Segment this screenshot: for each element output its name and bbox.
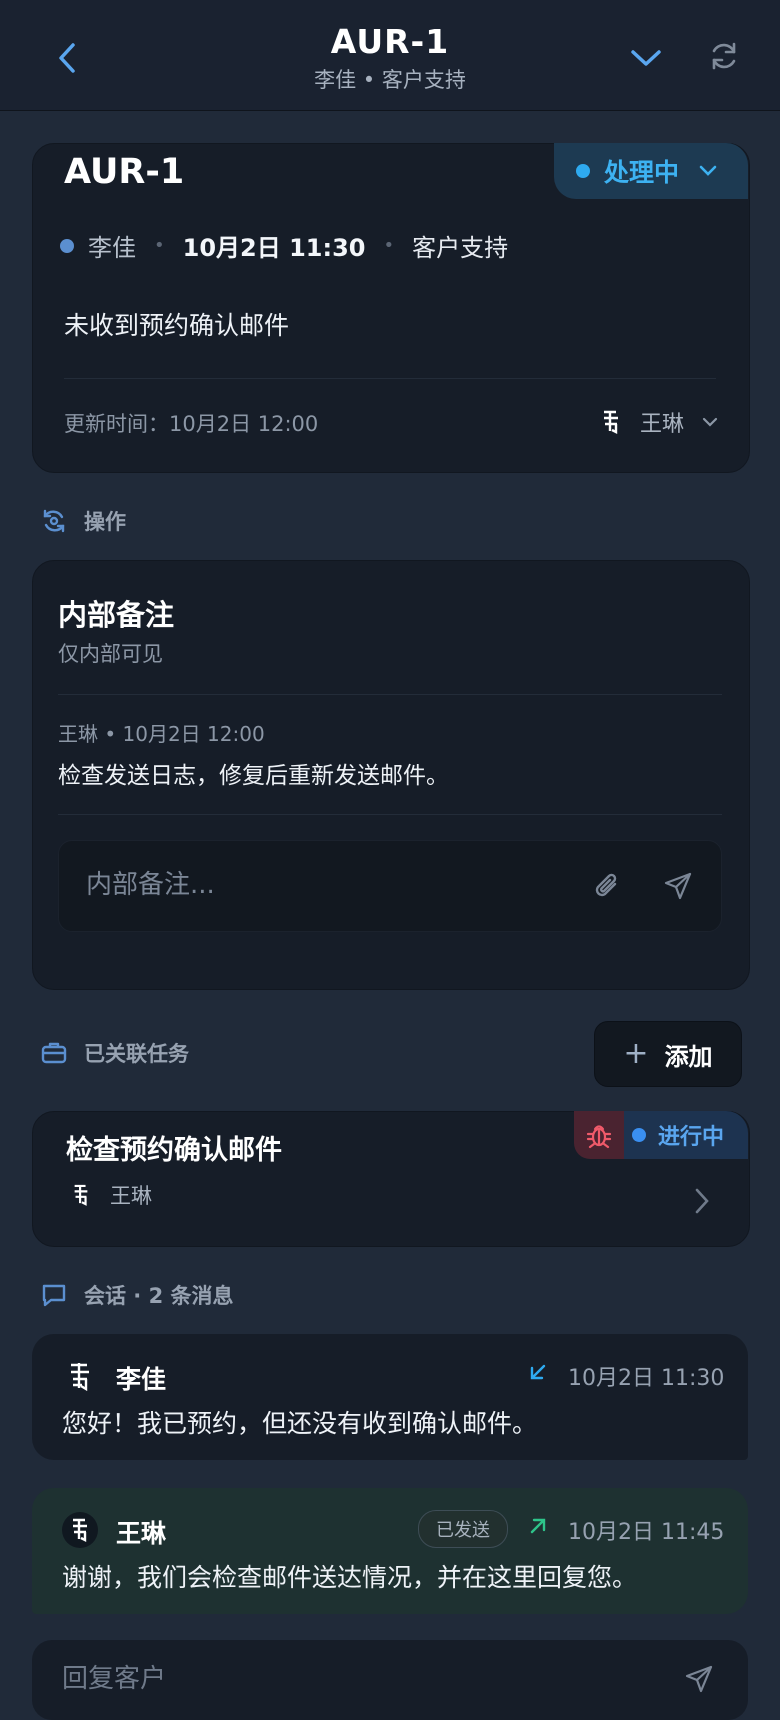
avatar-icon <box>604 410 618 434</box>
paperclip-icon <box>595 873 617 897</box>
chat-icon <box>40 1281 68 1309</box>
task-assignee: 王琳 <box>66 1180 152 1210</box>
message-sender: 李佳 <box>116 1365 167 1394</box>
divider <box>58 694 722 695</box>
message-time: 10月2日 11:45 <box>568 1520 725 1545</box>
requester-name: 李佳 <box>88 234 136 262</box>
add-task-button[interactable]: + 添加 <box>594 1021 742 1087</box>
ticket-subject: 未收到预约确认邮件 <box>64 311 290 340</box>
avatar-icon <box>71 1363 89 1391</box>
message-sender: 王琳 <box>116 1519 167 1548</box>
status-dot <box>632 1128 646 1142</box>
avatar-icon <box>73 1518 87 1542</box>
divider <box>64 378 716 379</box>
plus-icon: + <box>623 1036 649 1071</box>
message-text: 谢谢，我们会检查邮件送达情况，并在这里回复您。 <box>62 1563 638 1592</box>
status-dot <box>576 164 590 178</box>
ticket-meta: 李佳 • 10月2日 11:30 • 客户支持 <box>60 228 508 263</box>
add-label: 添加 <box>664 1042 713 1071</box>
chevron-right-icon <box>695 1188 709 1214</box>
message-bubble-inbound <box>32 1334 748 1460</box>
chevron-down-icon <box>631 50 661 66</box>
divider <box>58 814 722 815</box>
message-text: 您好！我已预约，但还没有收到确认邮件。 <box>62 1409 538 1438</box>
chevron-down-icon <box>702 417 718 427</box>
requester-dot <box>60 238 74 253</box>
ticket-id: AUR-1 <box>64 152 185 192</box>
status-label: 处理中 <box>604 158 680 187</box>
status-dropdown[interactable]: 处理中 <box>554 143 748 199</box>
note-send-button[interactable] <box>660 868 696 904</box>
cycle-icon <box>40 507 68 535</box>
message-bubble-outbound <box>32 1488 748 1614</box>
conversation-header: 会话 · 2 条消息 <box>40 1280 234 1310</box>
task-status: 进行中 <box>658 1125 725 1150</box>
created-time: 10月2日 11:30 <box>182 234 366 262</box>
assignee-name: 王琳 <box>640 412 685 437</box>
reply-input[interactable] <box>60 1658 564 1700</box>
section-label: 已关联任务 <box>84 1042 189 1066</box>
avatar <box>62 1512 98 1548</box>
attach-button[interactable] <box>590 868 626 904</box>
task-status-badge: 进行中 <box>624 1111 748 1159</box>
actions-section-header: 操作 <box>40 506 126 536</box>
reply-send-button[interactable] <box>684 1664 720 1700</box>
note-subtitle: 仅内部可见 <box>58 642 163 666</box>
task-type-badge <box>574 1111 624 1159</box>
task-open-button[interactable] <box>690 1186 714 1216</box>
note-title: 内部备注 <box>58 598 175 632</box>
assignee-dropdown[interactable]: 王琳 <box>596 406 718 438</box>
linked-tasks-header: 已关联任务 <box>40 1038 189 1068</box>
avatar-icon <box>74 1184 88 1206</box>
refresh-icon <box>712 42 736 70</box>
sent-badge: 已发送 <box>418 1510 508 1548</box>
note-entry-meta: 王琳 • 10月2日 12:00 <box>58 722 265 746</box>
outbound-arrow-icon <box>528 1516 548 1540</box>
avatar <box>66 1180 96 1210</box>
task-badges: 进行中 <box>574 1111 748 1159</box>
inbound-arrow-icon <box>528 1362 548 1386</box>
section-label: 操作 <box>84 510 126 534</box>
updated-time: 更新时间：10月2日 12:00 <box>64 412 319 436</box>
send-icon <box>664 872 692 900</box>
separator: • <box>383 235 395 256</box>
note-entry-body: 检查发送日志，修复后重新发送邮件。 <box>58 763 449 789</box>
avatar <box>62 1358 98 1394</box>
section-label: 会话 · 2 条消息 <box>84 1284 234 1308</box>
task-assignee-name: 王琳 <box>110 1184 152 1208</box>
ticket-category: 客户支持 <box>412 234 509 262</box>
briefcase-icon <box>40 1039 68 1067</box>
separator: • <box>154 235 165 256</box>
message-time: 10月2日 11:30 <box>568 1366 725 1391</box>
chevron-down-icon <box>699 165 717 176</box>
note-input[interactable] <box>84 862 548 908</box>
collapse-button[interactable] <box>628 40 664 76</box>
avatar <box>596 407 626 437</box>
task-title: 检查预约确认邮件 <box>66 1135 282 1166</box>
refresh-button[interactable] <box>706 38 742 74</box>
bug-icon <box>586 1125 612 1149</box>
send-icon <box>685 1665 713 1693</box>
